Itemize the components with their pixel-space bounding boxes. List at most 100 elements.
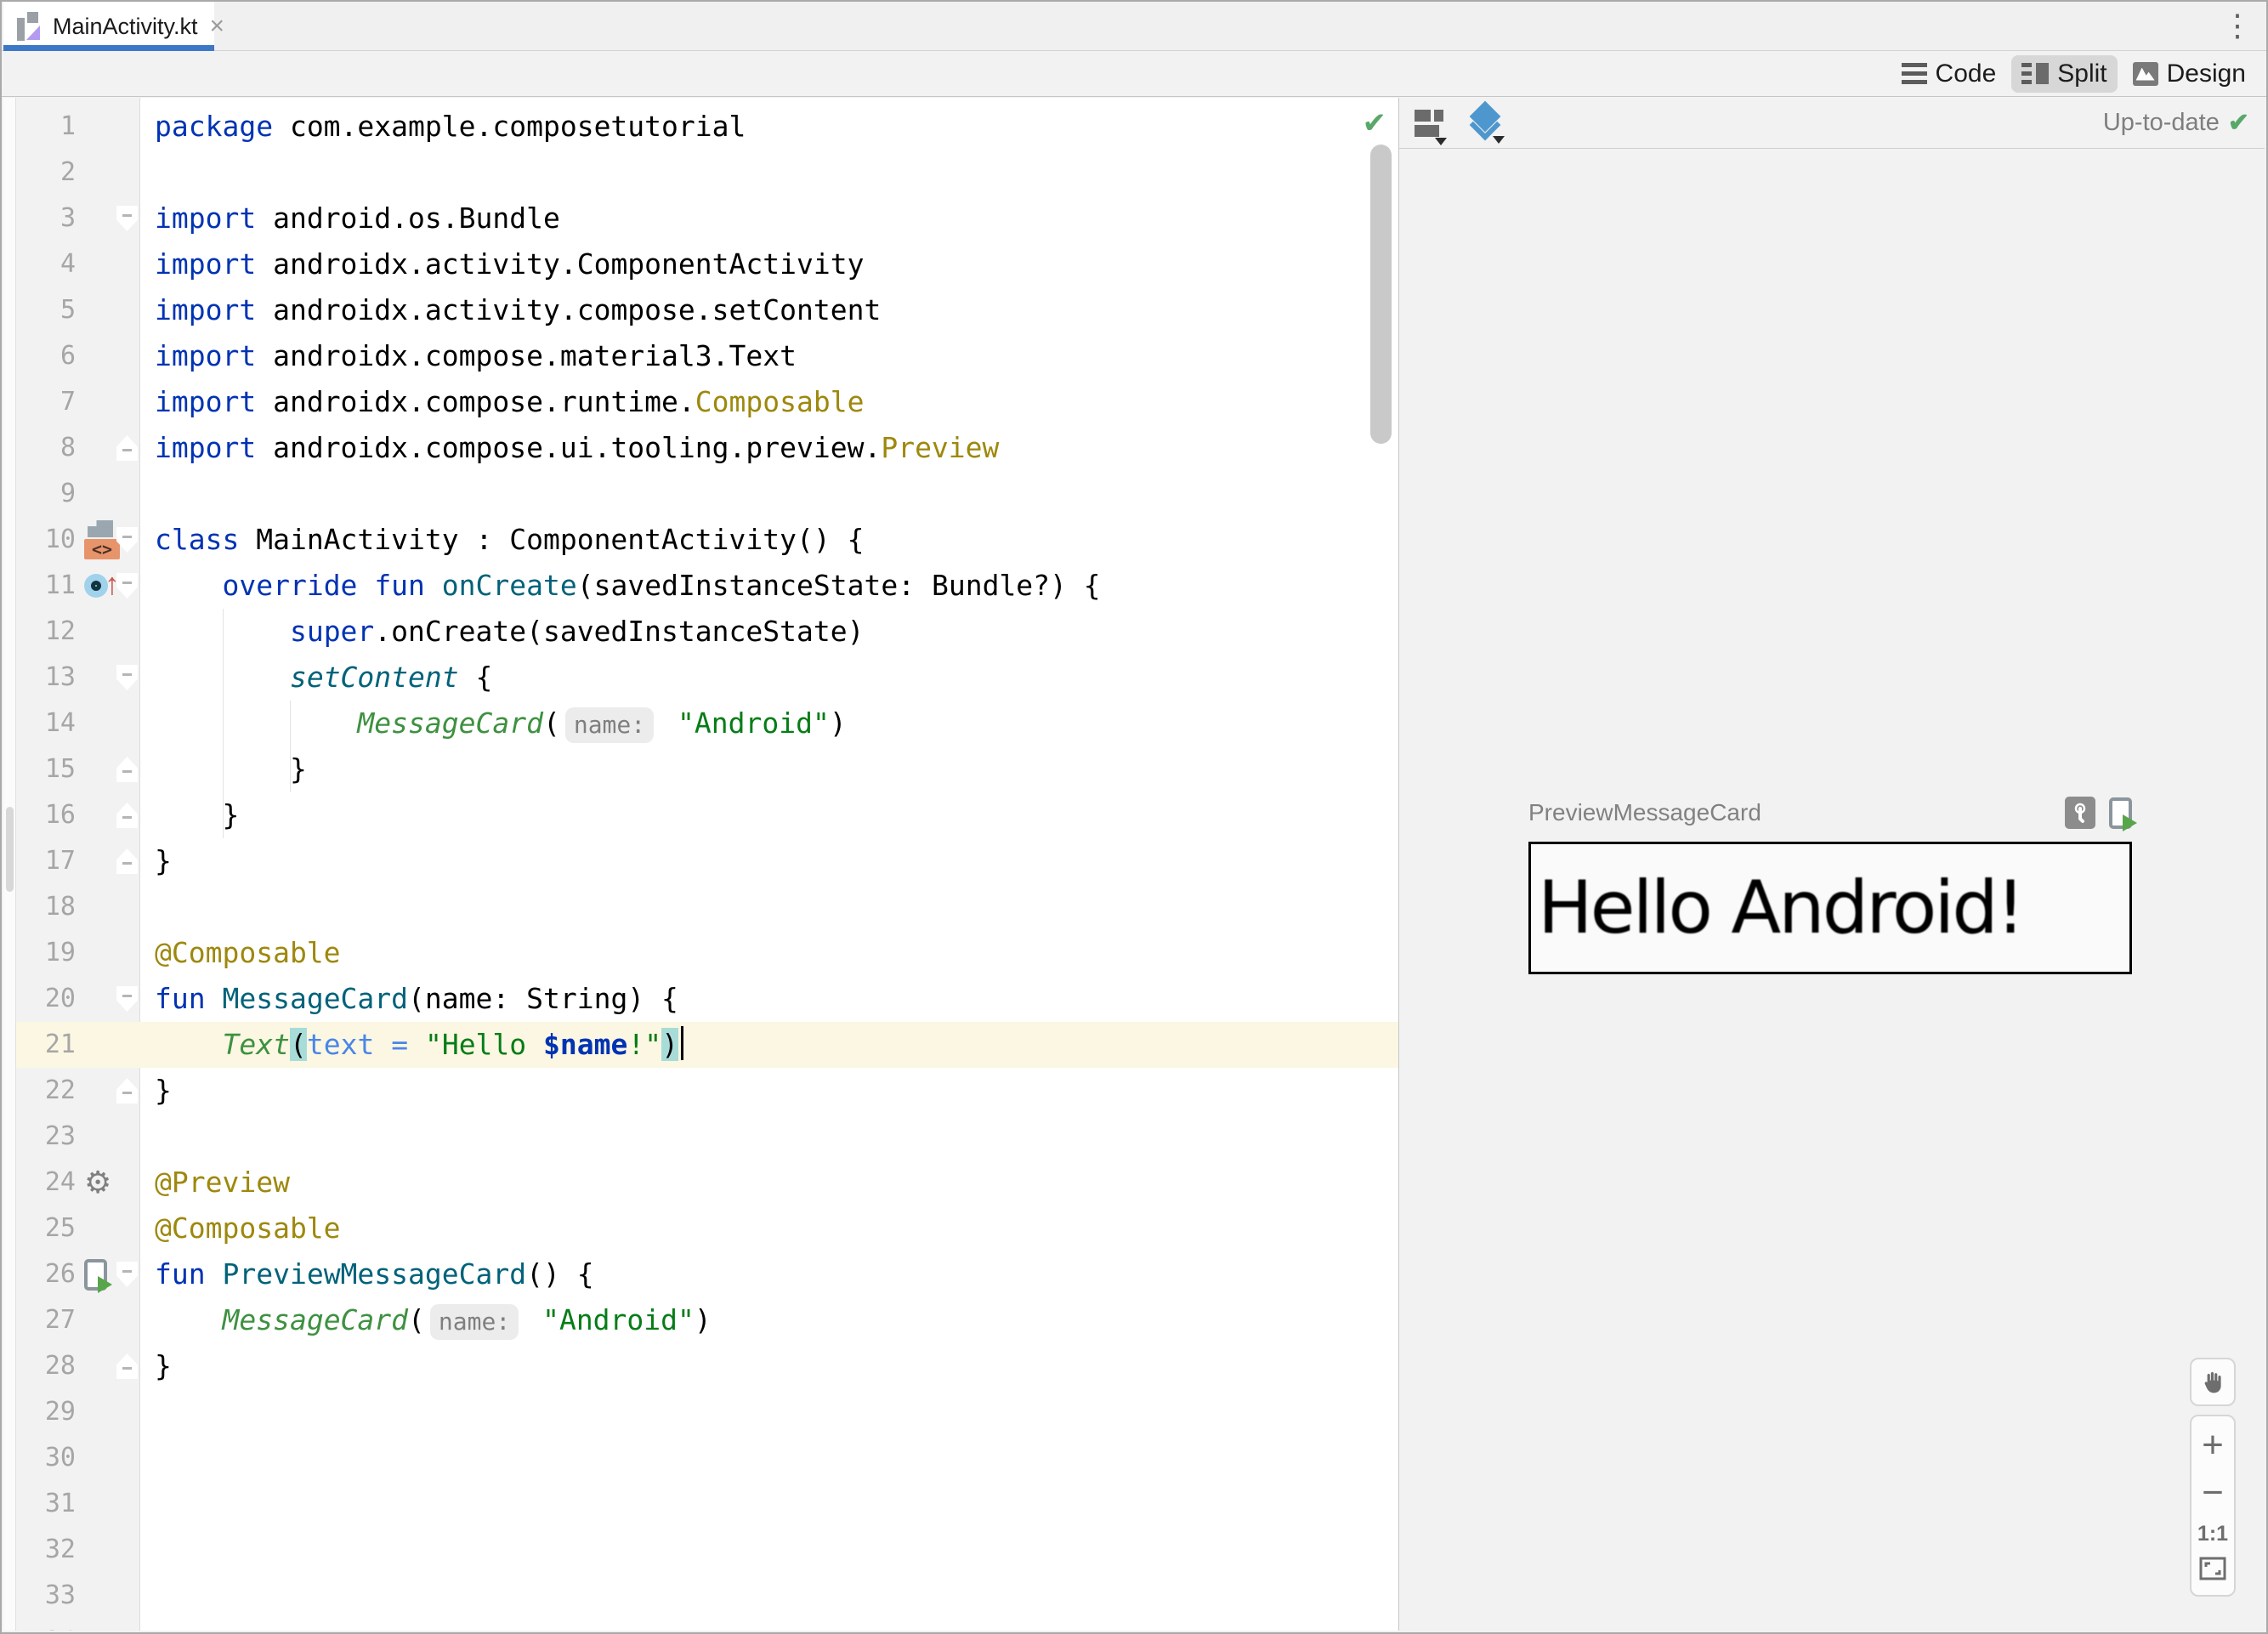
code-text[interactable]: class MainActivity : ComponentActivity()… — [140, 517, 1398, 563]
fold-end-icon[interactable] — [116, 435, 138, 461]
code-text[interactable]: } — [140, 746, 1398, 792]
line-number[interactable]: 6 — [16, 333, 76, 379]
line-number[interactable]: 19 — [16, 930, 76, 976]
code-text[interactable] — [140, 1573, 1398, 1619]
code-text[interactable] — [140, 1481, 1398, 1527]
line-number[interactable]: 7 — [16, 379, 76, 425]
line-number[interactable]: 8 — [16, 425, 76, 471]
line-number[interactable]: 17 — [16, 838, 76, 884]
view-mode-split[interactable]: Split — [2011, 54, 2118, 93]
line-number[interactable]: 3 — [16, 196, 76, 241]
view-mode-code[interactable]: Code — [1891, 55, 2007, 93]
close-icon[interactable]: × — [210, 14, 225, 39]
line-number[interactable]: 10 — [16, 517, 76, 563]
code-text[interactable]: override fun onCreate(savedInstanceState… — [140, 563, 1398, 609]
line-number[interactable]: 16 — [16, 792, 76, 838]
fold-end-icon[interactable] — [116, 1353, 138, 1379]
preview-rendered-card[interactable]: Hello Android! — [1528, 842, 2132, 974]
line-number[interactable]: 21 — [16, 1022, 76, 1068]
related-xml-icon[interactable]: <> — [84, 520, 120, 559]
zoom-out-button[interactable]: − — [2202, 1474, 2224, 1512]
line-number[interactable]: 1 — [16, 104, 76, 150]
fold-collapse-icon[interactable] — [116, 206, 138, 231]
view-options-icon[interactable] — [1415, 105, 1449, 145]
interactive-mode-icon[interactable] — [2065, 797, 2095, 829]
code-text[interactable]: MessageCard(name: "Android") — [140, 701, 1398, 746]
line-number[interactable]: 34 — [16, 1619, 76, 1631]
code-text[interactable]: } — [140, 838, 1398, 884]
code-text[interactable]: @Composable — [140, 930, 1398, 976]
line-number[interactable]: 20 — [16, 976, 76, 1022]
code-text[interactable]: import androidx.compose.runtime.Composab… — [140, 379, 1398, 425]
line-number[interactable]: 33 — [16, 1573, 76, 1619]
code-text[interactable]: fun MessageCard(name: String) { — [140, 976, 1398, 1022]
code-text[interactable]: import android.os.Bundle — [140, 196, 1398, 241]
line-number[interactable]: 9 — [16, 471, 76, 517]
gear-icon[interactable]: ⚙ — [84, 1166, 111, 1200]
code-text[interactable]: } — [140, 792, 1398, 838]
fold-end-icon[interactable] — [116, 757, 138, 782]
fold-collapse-icon[interactable] — [116, 1262, 138, 1287]
code-text[interactable]: @Composable — [140, 1206, 1398, 1251]
line-number[interactable]: 4 — [16, 241, 76, 287]
actual-size-button[interactable]: 1:1 — [2197, 1522, 2228, 1546]
fold-end-icon[interactable] — [116, 803, 138, 828]
code-editor[interactable]: 1 package com.example.composetutorial 2 3 im… — [16, 98, 1398, 1631]
code-text[interactable] — [140, 1114, 1398, 1160]
run-preview-gutter-icon[interactable] — [84, 1258, 112, 1293]
fit-to-screen-button[interactable] — [2199, 1557, 2226, 1585]
line-number[interactable]: 30 — [16, 1435, 76, 1481]
code-text[interactable] — [140, 1389, 1398, 1435]
code-text[interactable]: package com.example.composetutorial — [140, 104, 1398, 150]
fold-collapse-icon[interactable] — [116, 665, 138, 690]
code-text[interactable]: fun PreviewMessageCard() { — [140, 1251, 1398, 1297]
fold-end-icon[interactable] — [116, 1078, 138, 1104]
layers-icon[interactable] — [1467, 100, 1506, 144]
code-text[interactable] — [140, 1527, 1398, 1573]
line-number[interactable]: 18 — [16, 884, 76, 930]
code-text[interactable]: super.onCreate(savedInstanceState) — [140, 609, 1398, 655]
line-number[interactable]: 15 — [16, 746, 76, 792]
tab-options-kebab-icon[interactable]: ⋮ — [2215, 7, 2259, 44]
line-number[interactable]: 22 — [16, 1068, 76, 1114]
line-number[interactable]: 26 — [16, 1251, 76, 1297]
code-text[interactable] — [140, 1435, 1398, 1481]
line-number[interactable]: 11 — [16, 563, 76, 609]
code-text[interactable] — [140, 471, 1398, 517]
run-preview-icon[interactable] — [2109, 797, 2137, 831]
editor-scrollbar[interactable] — [1370, 145, 1392, 444]
line-number[interactable]: 31 — [16, 1481, 76, 1527]
code-text[interactable]: } — [140, 1068, 1398, 1114]
pan-button[interactable] — [2190, 1358, 2236, 1406]
line-number[interactable]: 24 — [16, 1160, 76, 1206]
code-text[interactable] — [140, 1619, 1398, 1631]
zoom-in-button[interactable]: + — [2202, 1427, 2224, 1464]
line-number[interactable]: 32 — [16, 1527, 76, 1573]
code-text[interactable] — [140, 150, 1398, 196]
code-text[interactable]: import androidx.compose.material3.Text — [140, 333, 1398, 379]
fold-collapse-icon[interactable] — [116, 986, 138, 1012]
line-number[interactable]: 23 — [16, 1114, 76, 1160]
code-text[interactable]: import androidx.activity.compose.setCont… — [140, 287, 1398, 333]
code-text[interactable]: MessageCard(name: "Android") — [140, 1297, 1398, 1343]
line-number[interactable]: 14 — [16, 701, 76, 746]
line-number[interactable]: 27 — [16, 1297, 76, 1343]
code-text[interactable]: } — [140, 1343, 1398, 1389]
code-text[interactable]: @Preview — [140, 1160, 1398, 1206]
line-number[interactable]: 29 — [16, 1389, 76, 1435]
line-number[interactable]: 13 — [16, 655, 76, 701]
line-number[interactable]: 2 — [16, 150, 76, 196]
code-text[interactable]: import androidx.activity.ComponentActivi… — [140, 241, 1398, 287]
code-text[interactable]: import androidx.compose.ui.tooling.previ… — [140, 425, 1398, 471]
line-number[interactable]: 25 — [16, 1206, 76, 1251]
tab-mainactivity[interactable]: MainActivity.kt × — [3, 2, 224, 51]
tool-window-handle[interactable] — [6, 807, 14, 892]
code-text[interactable] — [140, 884, 1398, 930]
code-text[interactable]: setContent { — [140, 655, 1398, 701]
line-number[interactable]: 12 — [16, 609, 76, 655]
code-text[interactable]: Text(text = "Hello $name!") — [140, 1022, 1398, 1068]
line-number[interactable]: 5 — [16, 287, 76, 333]
line-number[interactable]: 28 — [16, 1343, 76, 1389]
view-mode-design[interactable]: Design — [2123, 55, 2256, 93]
fold-end-icon[interactable] — [116, 848, 138, 874]
